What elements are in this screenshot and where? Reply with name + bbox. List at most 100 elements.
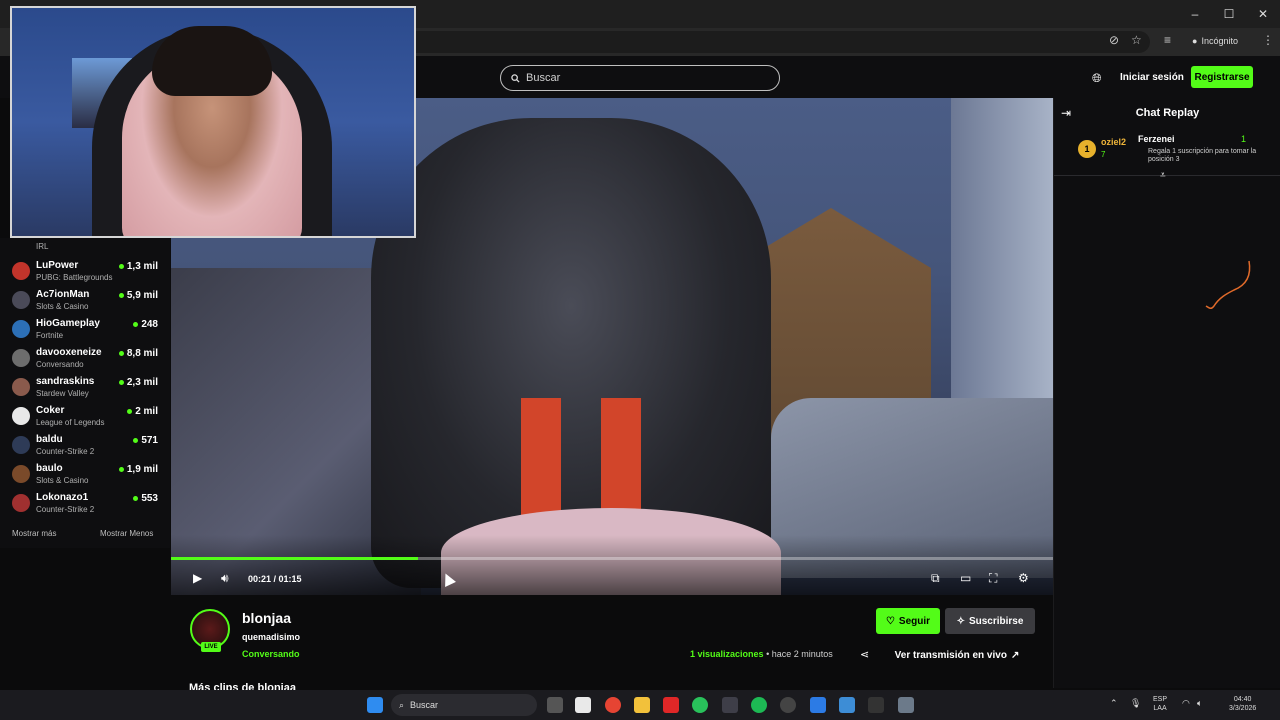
gifter-name[interactable]: oziel2 bbox=[1101, 137, 1126, 147]
volume-icon[interactable]: 🔊︎ bbox=[221, 571, 229, 586]
gift-leaderboard-item[interactable]: 1 oziel2 7 Ferzenei 1 Regala 1 suscripci… bbox=[1054, 130, 1280, 176]
viewer-count-value: 8,8 mil bbox=[126, 348, 158, 359]
heart-icon: ♡ bbox=[885, 615, 895, 627]
channel-avatar bbox=[12, 262, 30, 280]
settings-icon[interactable]: ⚙ bbox=[1018, 571, 1029, 585]
register-button[interactable]: Registrarse bbox=[1191, 66, 1253, 88]
viewer-count-value: 571 bbox=[141, 435, 158, 446]
sidebar-channel[interactable]: sandraskins Stardew Valley 2,3 mil bbox=[0, 374, 170, 403]
search-placeholder: Buscar bbox=[526, 72, 561, 84]
webcam-person-hair bbox=[152, 26, 272, 96]
clock-time: 04:40 bbox=[1233, 696, 1252, 703]
settings-app-icon[interactable] bbox=[898, 697, 914, 713]
clock[interactable]: 04:40 3/3/2026 bbox=[1229, 695, 1256, 713]
region-code: LAA bbox=[1153, 705, 1167, 712]
star-icon[interactable]: ☆ bbox=[1131, 33, 1142, 47]
fullscreen-icon[interactable]: ⛶ bbox=[989, 571, 997, 586]
wifi-icon[interactable]: ◠ bbox=[1182, 699, 1190, 708]
webcam-overlay bbox=[10, 6, 416, 238]
viewer-count: 571 bbox=[133, 435, 158, 446]
stream-category[interactable]: Conversando bbox=[242, 649, 300, 659]
sidebar-channel[interactable]: LuPower PUBG: Battlegrounds 1,3 mil bbox=[0, 258, 170, 287]
media-icon[interactable]: ≡ bbox=[1164, 33, 1171, 47]
sidebar-channel[interactable]: Coker League of Legends 2 mil bbox=[0, 403, 170, 432]
views-label: visualizaciones bbox=[697, 649, 764, 659]
streamer-username[interactable]: blonjaa bbox=[242, 610, 291, 626]
obs-icon[interactable] bbox=[722, 697, 738, 713]
show-more-link[interactable]: Mostrar más bbox=[12, 529, 56, 538]
incognito-indicator[interactable]: ● Incógnito bbox=[1192, 36, 1238, 46]
channel-category: Fortnite bbox=[36, 331, 64, 340]
sidebar-channel[interactable]: baldu Counter-Strike 2 571 bbox=[0, 432, 170, 461]
start-icon[interactable] bbox=[367, 697, 383, 713]
vscode-icon[interactable] bbox=[810, 697, 826, 713]
spotify-icon[interactable] bbox=[751, 697, 767, 713]
whatsapp-icon[interactable] bbox=[692, 697, 708, 713]
close-window-button[interactable]: ✕ bbox=[1246, 0, 1280, 28]
channel-avatar bbox=[12, 378, 30, 396]
channel-category: Counter-Strike 2 bbox=[36, 447, 95, 456]
live-dot-icon bbox=[118, 467, 124, 472]
gift-message: Regala 1 suscripción para tomar la posic… bbox=[1148, 148, 1257, 163]
sparkle-icon: ✧ bbox=[956, 615, 965, 627]
globe-icon[interactable]: 🌐︎ bbox=[1092, 71, 1102, 86]
search-input[interactable]: Buscar bbox=[500, 65, 780, 91]
sidebar-channel[interactable]: HioGameplay Fortnite 248 bbox=[0, 316, 170, 345]
channel-category: Conversando bbox=[36, 360, 84, 369]
sidebar-channel[interactable]: davooxeneize Conversando 8,8 mil bbox=[0, 345, 170, 374]
viewer-count-value: 1,9 mil bbox=[126, 464, 158, 475]
incognito-icon: ● bbox=[1192, 36, 1198, 46]
cursor-drawing-mark bbox=[1205, 260, 1251, 310]
tray-chevron-icon[interactable]: ⌃ bbox=[1110, 699, 1118, 708]
channel-name: Coker bbox=[36, 405, 65, 416]
channel-avatar bbox=[12, 407, 30, 425]
steam-icon[interactable] bbox=[868, 697, 884, 713]
channel-avatar bbox=[12, 494, 30, 512]
progress-bar[interactable] bbox=[171, 557, 1053, 560]
live-dot-icon bbox=[118, 380, 124, 385]
store-icon[interactable] bbox=[575, 697, 591, 713]
youtube-icon[interactable] bbox=[663, 697, 679, 713]
search-icon bbox=[511, 73, 520, 83]
minimize-button[interactable]: – bbox=[1178, 0, 1212, 28]
channel-avatar bbox=[12, 349, 30, 367]
channel-avatar bbox=[12, 465, 30, 483]
live-dot-icon bbox=[133, 438, 139, 443]
miniplayer-icon[interactable]: ⧉ bbox=[931, 571, 940, 586]
notepad-icon[interactable] bbox=[839, 697, 855, 713]
microphone-icon[interactable]: 🎙︎ bbox=[1130, 699, 1141, 708]
stream-title: quemadisimo bbox=[242, 632, 301, 642]
menu-icon[interactable]: ⋮ bbox=[1262, 33, 1274, 47]
chrome-icon[interactable] bbox=[605, 697, 621, 713]
sidebar-channel[interactable]: Ac7ionMan Slots & Casino 5,9 mil bbox=[0, 287, 170, 316]
theater-mode-icon[interactable]: ▭ bbox=[960, 571, 971, 585]
watch-live-button[interactable]: Ver transmisión en vivo ↗ bbox=[881, 643, 1033, 667]
viewer-count: 1,9 mil bbox=[118, 464, 158, 475]
recipient-count: 1 bbox=[1241, 134, 1247, 144]
task-view-icon[interactable] bbox=[547, 697, 563, 713]
chat-header: ⇥ Chat Replay bbox=[1054, 98, 1280, 128]
gifter-count: 7 bbox=[1101, 150, 1106, 159]
share-icon[interactable]: ⋖ bbox=[860, 648, 869, 661]
login-button[interactable]: Iniciar sesión bbox=[1120, 72, 1184, 83]
viewer-count-value: 553 bbox=[141, 493, 158, 504]
previous-channel-category: IRL bbox=[36, 242, 49, 251]
eye-off-icon[interactable]: ⊘ bbox=[1109, 33, 1119, 47]
sidebar-channel[interactable]: Lokonazo1 Counter-Strike 2 553 bbox=[0, 490, 170, 519]
follow-button[interactable]: ♡ Seguir bbox=[876, 608, 940, 634]
play-icon[interactable]: ▶ bbox=[193, 571, 202, 585]
show-less-link[interactable]: Mostrar Menos bbox=[100, 529, 153, 538]
channel-name: sandraskins bbox=[36, 376, 95, 387]
expand-leaderboard-icon[interactable]: ⩡ bbox=[1160, 170, 1166, 181]
language-indicator[interactable]: ESP LAA bbox=[1153, 695, 1167, 713]
app-icon[interactable] bbox=[780, 697, 796, 713]
maximize-button[interactable]: ☐ bbox=[1212, 0, 1246, 28]
file-explorer-icon[interactable] bbox=[634, 697, 650, 713]
speaker-icon[interactable]: 🔈︎ bbox=[1197, 699, 1202, 708]
video-controls-gradient bbox=[171, 535, 1053, 595]
taskbar-search[interactable]: ⌕ Buscar bbox=[391, 694, 537, 716]
recipient-name[interactable]: Ferzenei bbox=[1138, 134, 1175, 144]
subscribe-button[interactable]: ✧ Suscribirse bbox=[945, 608, 1035, 634]
subscribe-label: Suscribirse bbox=[968, 615, 1024, 627]
sidebar-channel[interactable]: baulo Slots & Casino 1,9 mil bbox=[0, 461, 170, 490]
